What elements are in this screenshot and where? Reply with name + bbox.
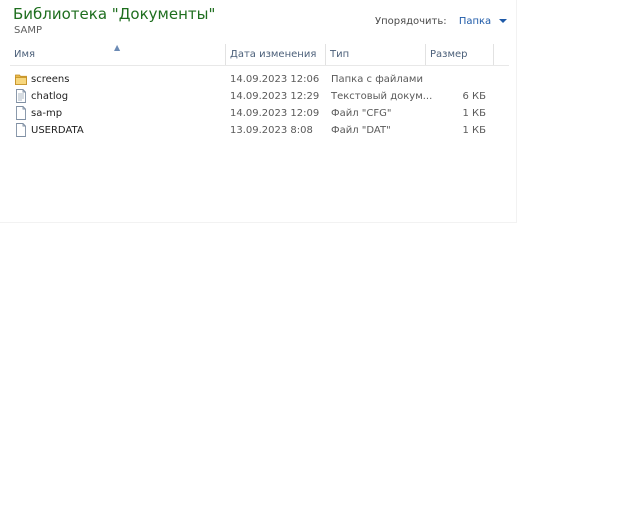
file-date: 14.09.2023 12:09 [230, 108, 320, 119]
chevron-down-icon[interactable] [499, 19, 508, 23]
file-date: 14.09.2023 12:06 [230, 74, 320, 85]
file-size: 6 КБ [462, 91, 486, 102]
arrange-by-label: Упорядочить: [375, 16, 447, 27]
library-title: Библиотека "Документы" [13, 5, 216, 23]
file-type: Файл "DAT" [331, 125, 391, 136]
file-row-sa-mp[interactable]: sa-mp 14.09.2023 12:09 Файл "CFG" 1 КБ [10, 105, 509, 122]
file-date: 14.09.2023 12:29 [230, 91, 320, 102]
file-name: USERDATA [31, 125, 84, 136]
file-type: Файл "CFG" [331, 108, 392, 119]
arrange-by: Упорядочить: Папка [375, 16, 508, 27]
file-type: Папка с файлами [331, 74, 423, 85]
arrange-by-dropdown[interactable]: Папка [459, 16, 491, 27]
column-header-name[interactable]: Имя [10, 44, 226, 65]
column-header-date[interactable]: Дата изменения [226, 44, 326, 65]
column-header: ▲ Имя Дата изменения Тип Размер [10, 44, 509, 66]
folder-icon [15, 74, 27, 85]
file-icon [16, 106, 26, 120]
file-name: chatlog [31, 91, 69, 102]
file-icon [16, 123, 26, 137]
column-header-size[interactable]: Размер [426, 44, 494, 65]
explorer-window: Библиотека "Документы" SAMP Упорядочить:… [0, 0, 517, 223]
file-name: screens [31, 74, 70, 85]
file-row-screens[interactable]: screens 14.09.2023 12:06 Папка с файлами [10, 71, 509, 88]
file-type: Текстовый докум... [331, 91, 433, 102]
text-file-icon [16, 89, 26, 103]
file-size: 1 КБ [462, 125, 486, 136]
file-list: screens 14.09.2023 12:06 Папка с файлами… [10, 71, 509, 139]
file-size: 1 КБ [462, 108, 486, 119]
file-row-chatlog[interactable]: chatlog 14.09.2023 12:29 Текстовый докум… [10, 88, 509, 105]
file-date: 13.09.2023 8:08 [230, 125, 313, 136]
file-row-userdata[interactable]: USERDATA 13.09.2023 8:08 Файл "DAT" 1 КБ [10, 122, 509, 139]
column-header-type[interactable]: Тип [326, 44, 426, 65]
library-subtitle: SAMP [14, 25, 43, 36]
file-name: sa-mp [31, 108, 63, 119]
